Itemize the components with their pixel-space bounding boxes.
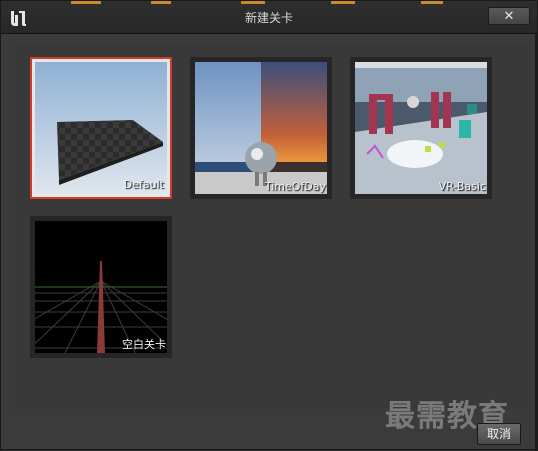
- template-label: 空白关卡: [122, 338, 166, 351]
- empty-level-thumbnail: [35, 221, 167, 353]
- new-level-dialog: 新建关卡 ✕ Default TimeOfDay VR-Basic 空白关卡 最…: [0, 0, 538, 451]
- template-label: TimeOfDay: [264, 180, 326, 193]
- template-tile-default[interactable]: Default: [30, 57, 172, 199]
- close-button[interactable]: ✕: [488, 7, 530, 25]
- template-tile-vr-basic[interactable]: VR-Basic: [350, 57, 492, 199]
- title-bar[interactable]: 新建关卡 ✕: [1, 1, 537, 34]
- template-grid: Default TimeOfDay VR-Basic 空白关卡: [15, 43, 528, 409]
- default-thumbnail: [35, 62, 167, 194]
- template-tile-timeofday[interactable]: TimeOfDay: [190, 57, 332, 199]
- cancel-button[interactable]: 取消: [477, 423, 521, 445]
- vr-basic-thumbnail: [355, 62, 487, 194]
- template-label: VR-Basic: [438, 180, 486, 193]
- template-label: Default: [123, 178, 164, 191]
- template-tile-empty-level[interactable]: 空白关卡: [30, 216, 172, 358]
- dialog-title: 新建关卡: [244, 11, 293, 25]
- timeofday-thumbnail: [195, 62, 327, 194]
